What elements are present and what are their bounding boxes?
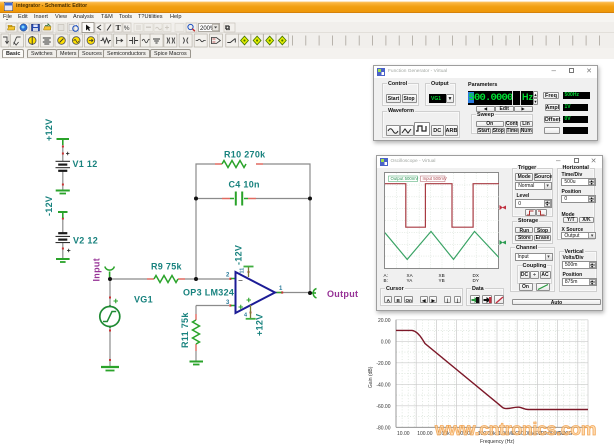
svg-text:V2 12: V2 12 (73, 236, 98, 246)
svg-text:-80.00: -80.00 (376, 426, 390, 432)
svg-text:+12V: +12V (255, 314, 265, 336)
svg-text:R11 75k: R11 75k (180, 312, 190, 348)
svg-text:2: 2 (226, 273, 230, 279)
svg-text:-12V: -12V (234, 245, 244, 265)
svg-text:-12V: -12V (44, 196, 54, 216)
svg-text:Input 500mV: Input 500mV (422, 176, 446, 181)
svg-text:4: 4 (244, 313, 248, 319)
svg-text:11: 11 (240, 268, 246, 274)
svg-text:%: % (124, 25, 130, 32)
svg-text:Gain (dB): Gain (dB) (368, 366, 374, 388)
svg-text:10.00: 10.00 (397, 431, 410, 437)
svg-text:-40.00: -40.00 (376, 383, 390, 389)
svg-text:OP3 LM324: OP3 LM324 (183, 288, 234, 298)
svg-text:0.00: 0.00 (381, 340, 391, 346)
svg-text:-20.00: -20.00 (376, 361, 390, 367)
svg-text:C4 10n: C4 10n (229, 180, 260, 190)
svg-text:Frequency (Hz): Frequency (Hz) (480, 439, 515, 445)
svg-text:20.00: 20.00 (378, 318, 391, 324)
svg-text:+12V: +12V (44, 119, 54, 141)
svg-text:-60.00: -60.00 (376, 404, 390, 410)
svg-text:⧉: ⧉ (225, 25, 230, 32)
svg-text:R10 270k: R10 270k (224, 150, 266, 160)
svg-text:R9 75k: R9 75k (151, 262, 183, 272)
svg-text:V1 12: V1 12 (73, 159, 98, 169)
svg-text:100.00: 100.00 (417, 431, 433, 437)
svg-text:T: T (116, 23, 121, 32)
svg-text:Input: Input (92, 258, 102, 282)
svg-text:Output 500mV: Output 500mV (390, 176, 418, 181)
svg-text:Output: Output (327, 289, 358, 299)
svg-text:VG1: VG1 (134, 295, 153, 305)
svg-text:1: 1 (279, 286, 283, 292)
